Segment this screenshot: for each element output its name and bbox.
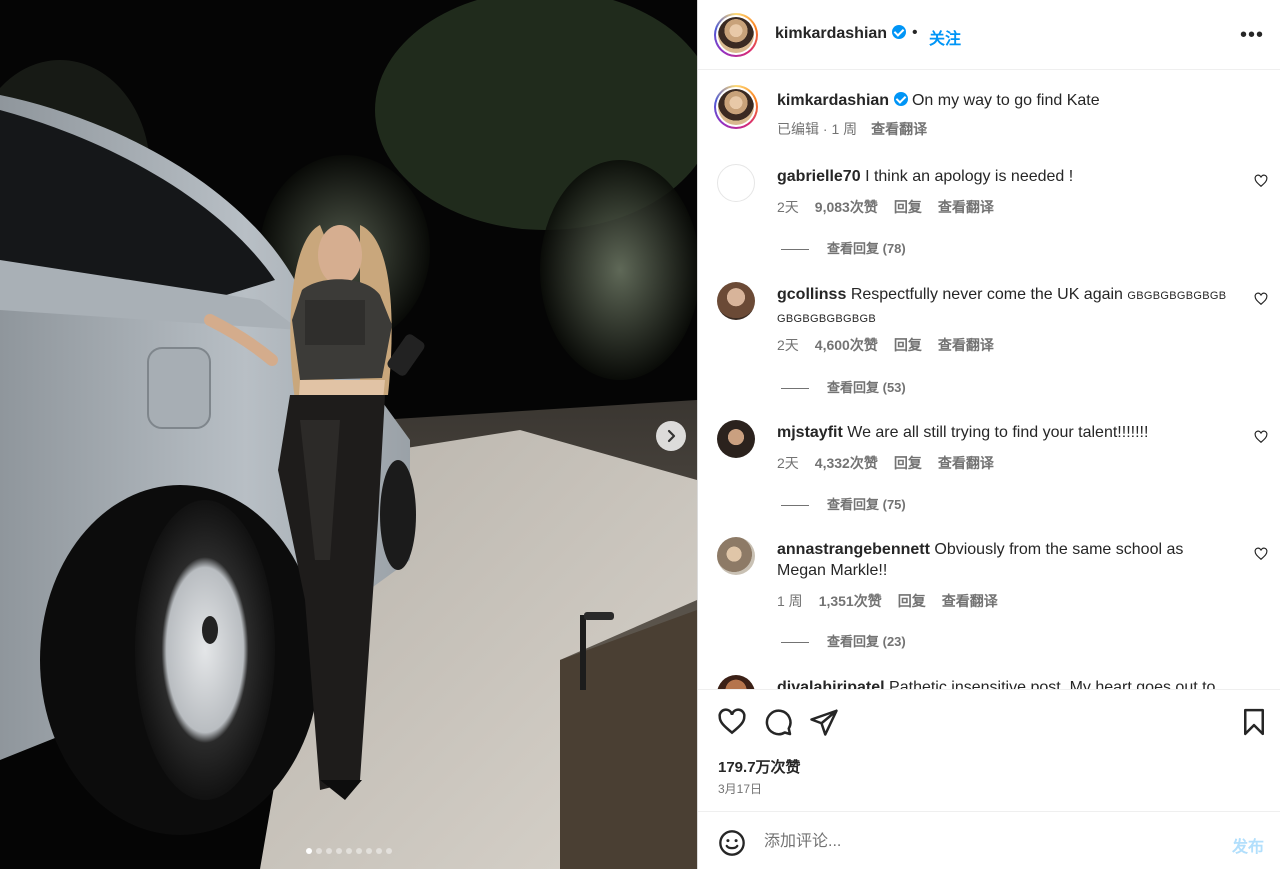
comment-username[interactable]: gabrielle70 (777, 168, 861, 185)
emoji-icon[interactable] (718, 829, 746, 857)
post-header: kimkardashian • 关注 ••• (698, 0, 1280, 70)
comment-icon[interactable] (763, 707, 793, 737)
bookmark-icon[interactable] (1239, 707, 1269, 737)
view-replies-button[interactable]: 查看回复 (23) (781, 631, 906, 650)
comment-likes[interactable]: 4,600次赞 (815, 335, 878, 355)
comment-likes[interactable]: 4,332次赞 (815, 453, 878, 473)
caption-translate-link[interactable]: 查看翻译 (871, 119, 927, 139)
reply-button[interactable]: 回复 (898, 591, 926, 611)
comment-likes[interactable]: 9,083次赞 (815, 197, 878, 217)
comment-text: Pathetic insensitive post. My heart goes… (889, 679, 1216, 689)
follow-button[interactable]: 关注 (929, 25, 961, 49)
author-avatar[interactable] (714, 13, 758, 57)
comments-list[interactable]: kimkardashian On my way to go find Kate … (698, 71, 1280, 689)
comment-time: 2天 (777, 199, 799, 215)
caption-edited-time: 已编辑 · 1 周 (777, 121, 858, 137)
translate-link[interactable]: 查看翻译 (938, 453, 994, 473)
post-media[interactable] (0, 0, 697, 869)
commenter-avatar[interactable] (717, 282, 755, 320)
carousel-next-button[interactable] (656, 421, 686, 451)
comment-username[interactable]: gcollinss (777, 286, 846, 303)
comment-input[interactable] (764, 831, 1204, 853)
comment-username[interactable]: divalahiripatel (777, 679, 885, 689)
reply-button[interactable]: 回复 (894, 335, 922, 355)
caption-text: On my way to go find Kate (911, 92, 1100, 109)
commenter-avatar[interactable] (717, 164, 755, 202)
comment-likes[interactable]: 1,351次赞 (819, 591, 882, 611)
comment-time: 2天 (777, 337, 799, 353)
carousel-dot (325, 848, 332, 854)
comment-like-icon[interactable] (1254, 547, 1268, 561)
comment-time: 1 周 (777, 593, 803, 609)
comment-like-icon[interactable] (1254, 292, 1268, 306)
post-photo (0, 0, 697, 869)
comment-text: I think an apology is needed ! (865, 168, 1074, 185)
carousel-indicator (0, 848, 697, 854)
carousel-dot (355, 848, 362, 854)
more-options-icon[interactable]: ••• (1240, 24, 1264, 47)
comment-username[interactable]: mjstayfit (777, 424, 843, 441)
comment-composer: 发布 (698, 811, 1280, 869)
carousel-dot (315, 848, 322, 854)
heart-icon[interactable] (717, 707, 747, 737)
likes-count[interactable]: 179.7万次赞 (718, 756, 801, 777)
commenter-avatar[interactable] (717, 537, 755, 575)
view-replies-button[interactable]: 查看回复 (78) (781, 238, 906, 257)
post-date: 3月17日 (718, 782, 763, 796)
verified-badge-icon (893, 92, 908, 106)
reply-button[interactable]: 回复 (894, 453, 922, 473)
commenter-avatar[interactable] (717, 420, 755, 458)
comment-time: 2天 (777, 455, 799, 471)
translate-link[interactable]: 查看翻译 (942, 591, 998, 611)
comment-like-icon[interactable] (1254, 430, 1268, 444)
chevron-right-icon (667, 429, 676, 443)
post-actions (698, 689, 1280, 811)
post-comment-button[interactable]: 发布 (1232, 833, 1264, 857)
commenter-avatar[interactable] (717, 675, 755, 689)
send-icon[interactable] (809, 707, 839, 737)
translate-link[interactable]: 查看翻译 (938, 335, 994, 355)
carousel-dot (375, 848, 382, 854)
header-separator: • (912, 24, 918, 41)
author-username[interactable]: kimkardashian (775, 25, 887, 42)
carousel-dot (305, 848, 312, 854)
caption-username[interactable]: kimkardashian (777, 92, 889, 109)
verified-badge-icon (891, 25, 906, 39)
reply-button[interactable]: 回复 (894, 197, 922, 217)
post-sidebar: kimkardashian • 关注 ••• kimkardashian On … (697, 0, 1280, 869)
caption-avatar[interactable] (714, 85, 758, 129)
view-replies-button[interactable]: 查看回复 (53) (781, 377, 906, 396)
comment-text: We are all still trying to find your tal… (847, 424, 1149, 441)
carousel-dot (385, 848, 392, 854)
comment-username[interactable]: annastrangebennett (777, 541, 930, 558)
carousel-dot (365, 848, 372, 854)
comment-text: Respectfully never come the UK again (850, 286, 1123, 303)
carousel-dot (345, 848, 352, 854)
translate-link[interactable]: 查看翻译 (938, 197, 994, 217)
carousel-dot (335, 848, 342, 854)
view-replies-button[interactable]: 查看回复 (75) (781, 494, 906, 513)
comment-like-icon[interactable] (1254, 174, 1268, 188)
